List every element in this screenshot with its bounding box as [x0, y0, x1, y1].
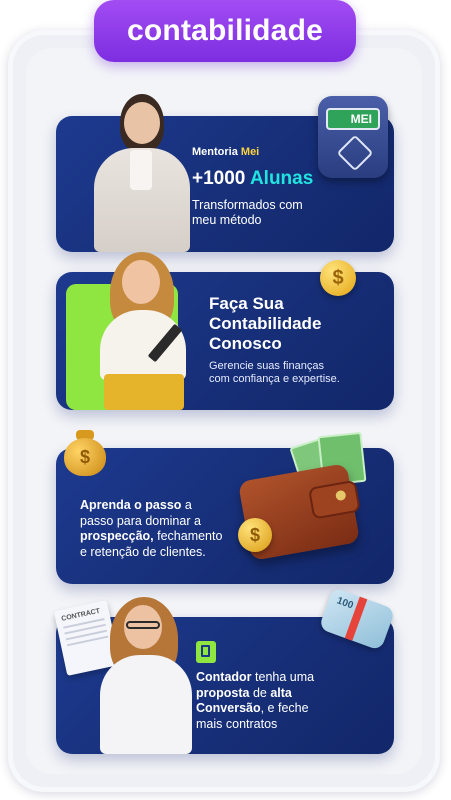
- card-faca-sua-contabilidade[interactable]: Faça Sua Contabilidade Conosco Gerencie …: [56, 252, 394, 410]
- woman-portrait-3: [92, 597, 202, 754]
- mentoria-eyebrow: Mentoria Mei: [192, 146, 260, 158]
- emblem-icon: [336, 134, 374, 172]
- document-icon: [196, 641, 216, 663]
- woman-portrait-1: [86, 94, 196, 252]
- header-pill: contabilidade: [94, 0, 356, 62]
- card2-title: Faça Sua Contabilidade Conosco: [209, 294, 322, 354]
- card-aprenda-passo[interactable]: $ Aprenda o passo a passo para dominar a…: [56, 430, 394, 584]
- dollar-coin-icon: $: [320, 260, 356, 296]
- card4-text: Contador tenha uma proposta de alta Conv…: [196, 670, 315, 731]
- mei-badge: MEI: [318, 96, 388, 178]
- glasses-icon: [126, 621, 160, 629]
- card3-text: Aprenda o passo a passo para dominar a p…: [80, 498, 223, 559]
- cash-label: 100: [335, 595, 355, 612]
- card-contador-proposta[interactable]: CONTRACT Contador tenha uma proposta de …: [53, 587, 396, 754]
- mei-badge-label: MEI: [350, 112, 372, 126]
- students-subtitle: Transformados com meu método: [192, 198, 303, 227]
- students-count: +1000 Alunas: [192, 168, 314, 189]
- woman-portrait-2: [90, 250, 200, 410]
- card-mentoria-mei[interactable]: Mentoria Mei +1000 Alunas Transformados …: [56, 94, 394, 252]
- money-bag-icon: $: [64, 430, 106, 476]
- gold-coin-icon: $: [238, 518, 272, 552]
- card2-description: Gerencie suas finanças com confiança e e…: [209, 360, 340, 386]
